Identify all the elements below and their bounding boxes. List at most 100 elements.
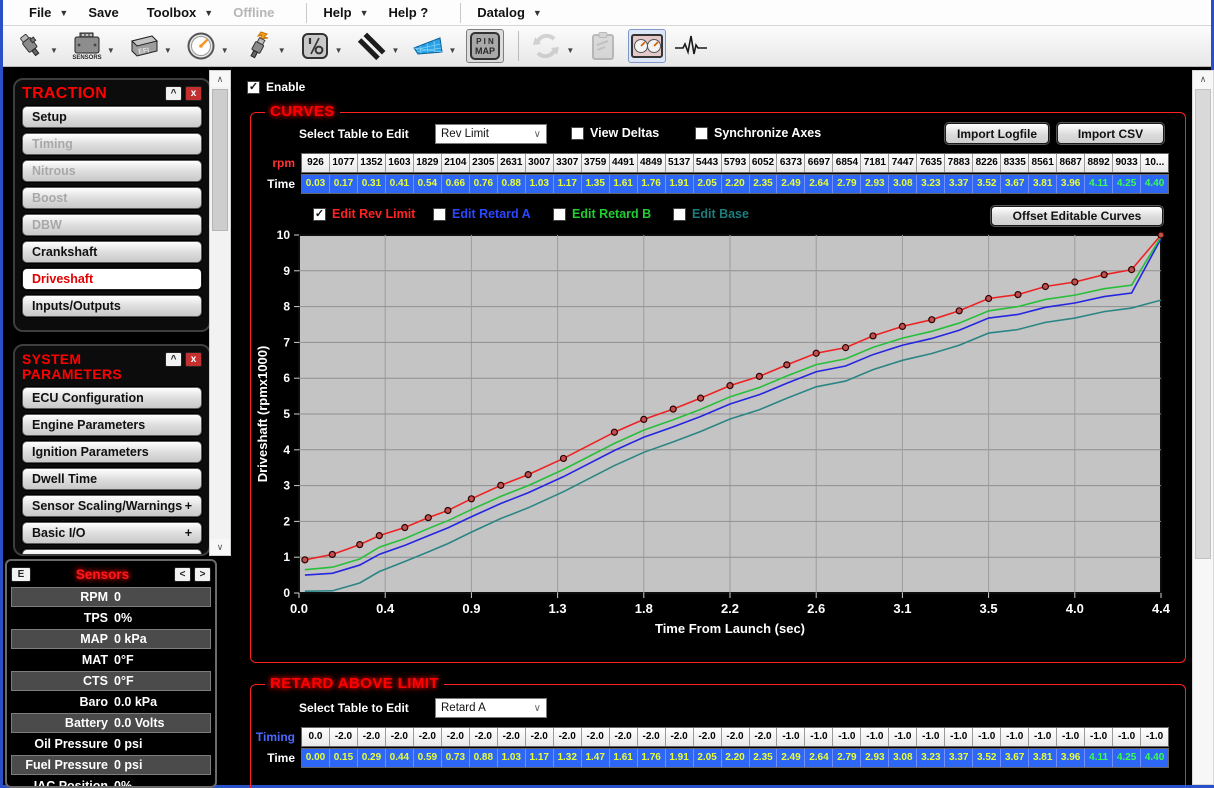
retard-time-cell[interactable]: 2.20 — [721, 749, 749, 767]
timing-cell[interactable]: -2.0 — [469, 728, 497, 746]
time-cell[interactable]: 4.11 — [1084, 175, 1112, 193]
rpm-cell[interactable]: 3759 — [581, 154, 609, 172]
time-cell[interactable]: 2.64 — [804, 175, 832, 193]
timing-cell[interactable]: -2.0 — [497, 728, 525, 746]
efi-ecu-icon-dropdown-arrow[interactable]: ▼ — [164, 46, 172, 55]
menu-item-help-[interactable]: Help ? — [382, 1, 450, 24]
sysparam-item-dwell-time[interactable]: Dwell Time — [22, 468, 202, 490]
sensors-edit-button[interactable]: E — [11, 567, 31, 582]
time-cell[interactable]: 1.35 — [581, 175, 609, 193]
spark-plug-icon[interactable] — [239, 29, 277, 63]
rpm-cell[interactable]: 7635 — [916, 154, 944, 172]
timing-cell[interactable]: -2.0 — [329, 728, 357, 746]
rpm-cell[interactable]: 5137 — [665, 154, 693, 172]
sync-icon-dropdown-arrow[interactable]: ▼ — [566, 46, 574, 55]
enable-checkbox[interactable]: ✓ — [247, 81, 260, 94]
rpm-cell[interactable]: 7883 — [944, 154, 972, 172]
timing-cell[interactable]: -1.0 — [804, 728, 832, 746]
time-cell[interactable]: 3.52 — [972, 175, 1000, 193]
traction-item-driveshaft[interactable]: Driveshaft — [22, 268, 202, 290]
rpm-cell[interactable]: 5793 — [721, 154, 749, 172]
time-cell[interactable]: 2.93 — [860, 175, 888, 193]
rpm-cell[interactable]: 10... — [1140, 154, 1168, 172]
fuel-injector-icon-dropdown-arrow[interactable]: ▼ — [50, 46, 58, 55]
sysparam-item-basic-i-o[interactable]: Basic I/O+ — [22, 522, 202, 544]
sysparam-item-sensor-scaling-warnings[interactable]: Sensor Scaling/Warnings+ — [22, 495, 202, 517]
retard-time-cell[interactable]: 1.03 — [497, 749, 525, 767]
edit-retard-b-checkbox[interactable] — [553, 208, 566, 221]
retard-time-cell[interactable]: 1.76 — [637, 749, 665, 767]
edit-rev-limit-checkbox[interactable]: ✓ — [313, 208, 326, 221]
menu-item-save[interactable]: Save — [82, 1, 140, 24]
retard-time-cell[interactable]: 1.32 — [553, 749, 581, 767]
timing-cell[interactable]: -2.0 — [721, 728, 749, 746]
sysparam-item-closed-loop-learn[interactable]: Closed Loop/Learn+ — [22, 549, 202, 556]
fuel-injector-icon[interactable] — [11, 29, 49, 63]
retard-time-cell[interactable]: 3.37 — [944, 749, 972, 767]
time-cell[interactable]: 2.05 — [693, 175, 721, 193]
timing-cell[interactable]: 0.0 — [302, 728, 329, 746]
retard-time-cell[interactable]: 1.47 — [581, 749, 609, 767]
offset-editable-curves-button[interactable]: Offset Editable Curves — [991, 206, 1163, 226]
time-cell[interactable]: 2.35 — [749, 175, 777, 193]
timing-cell[interactable]: -1.0 — [1140, 728, 1168, 746]
time-cell[interactable]: 3.96 — [1056, 175, 1084, 193]
edit-base-checkbox[interactable] — [673, 208, 686, 221]
retard-time-cell[interactable]: 3.52 — [972, 749, 1000, 767]
menu-dropdown-arrow-icon[interactable]: ▼ — [358, 8, 383, 18]
retard-time-cell[interactable]: 4.25 — [1112, 749, 1140, 767]
timing-cell[interactable]: -2.0 — [693, 728, 721, 746]
main-scrollbar-thumb[interactable] — [1195, 89, 1211, 559]
rpm-cell[interactable]: 7181 — [860, 154, 888, 172]
rpm-cell[interactable]: 1603 — [385, 154, 413, 172]
sync-icon[interactable] — [527, 29, 565, 63]
time-cell[interactable]: 0.17 — [329, 175, 357, 193]
notes-icon[interactable] — [584, 29, 622, 63]
rpm-cell[interactable]: 1829 — [413, 154, 441, 172]
rpm-cell[interactable]: 7447 — [888, 154, 916, 172]
rpm-cell[interactable]: 1077 — [329, 154, 357, 172]
rpm-cell[interactable]: 9033 — [1112, 154, 1140, 172]
menu-item-datalog[interactable]: Datalog — [471, 1, 531, 24]
retard-time-cell[interactable]: 3.67 — [1000, 749, 1028, 767]
timing-cell[interactable]: -1.0 — [972, 728, 1000, 746]
retard-time-cell[interactable]: 2.35 — [749, 749, 777, 767]
retard-time-cell[interactable]: 0.59 — [413, 749, 441, 767]
edit-retard-a-checkbox[interactable] — [433, 208, 446, 221]
main-scrollbar[interactable]: ∧ — [1192, 70, 1214, 785]
pin-map-icon[interactable]: P I NMAP — [466, 29, 504, 63]
3d-map-icon-dropdown-arrow[interactable]: ▼ — [448, 46, 456, 55]
time-cell[interactable]: 2.20 — [721, 175, 749, 193]
retard-time-cell[interactable]: 1.91 — [665, 749, 693, 767]
retard-time-cell[interactable]: 2.49 — [776, 749, 804, 767]
timing-cell[interactable]: -2.0 — [441, 728, 469, 746]
timing-cell[interactable]: -1.0 — [1056, 728, 1084, 746]
retard-time-cell[interactable]: 3.08 — [888, 749, 916, 767]
retard-time-cell[interactable]: 0.44 — [385, 749, 413, 767]
sensors-icon[interactable]: SENSORS — [68, 29, 106, 63]
menu-item-toolbox[interactable]: Toolbox — [141, 1, 203, 24]
time-cell[interactable]: 4.40 — [1140, 175, 1168, 193]
traction-item-inputs-outputs[interactable]: Inputs/Outputs — [22, 295, 202, 317]
menu-dropdown-arrow-icon[interactable]: ▼ — [531, 8, 556, 18]
time-cell[interactable]: 1.91 — [665, 175, 693, 193]
time-cell[interactable]: 3.37 — [944, 175, 972, 193]
wiring-icon[interactable] — [353, 29, 391, 63]
import-logfile-button[interactable]: Import Logfile — [945, 123, 1049, 144]
time-cell[interactable]: 2.49 — [776, 175, 804, 193]
retard-time-cell[interactable]: 1.61 — [609, 749, 637, 767]
time-cell[interactable]: 0.88 — [497, 175, 525, 193]
efi-ecu-icon[interactable]: EFI — [125, 29, 163, 63]
retard-time-cell[interactable]: 2.79 — [832, 749, 860, 767]
retard-time-cell[interactable]: 3.96 — [1056, 749, 1084, 767]
timing-cell[interactable]: -1.0 — [1000, 728, 1028, 746]
retard-time-cell[interactable]: 3.23 — [916, 749, 944, 767]
timing-cell[interactable]: -1.0 — [1028, 728, 1056, 746]
3d-map-icon[interactable] — [409, 29, 447, 63]
scroll-down-icon[interactable]: ∨ — [210, 539, 230, 555]
retard-time-cell[interactable]: 4.11 — [1084, 749, 1112, 767]
sysparam-item-ecu-configuration[interactable]: ECU Configuration — [22, 387, 202, 409]
time-cell[interactable]: 4.25 — [1112, 175, 1140, 193]
retard-time-cell[interactable]: 0.15 — [329, 749, 357, 767]
rpm-cell[interactable]: 4491 — [609, 154, 637, 172]
